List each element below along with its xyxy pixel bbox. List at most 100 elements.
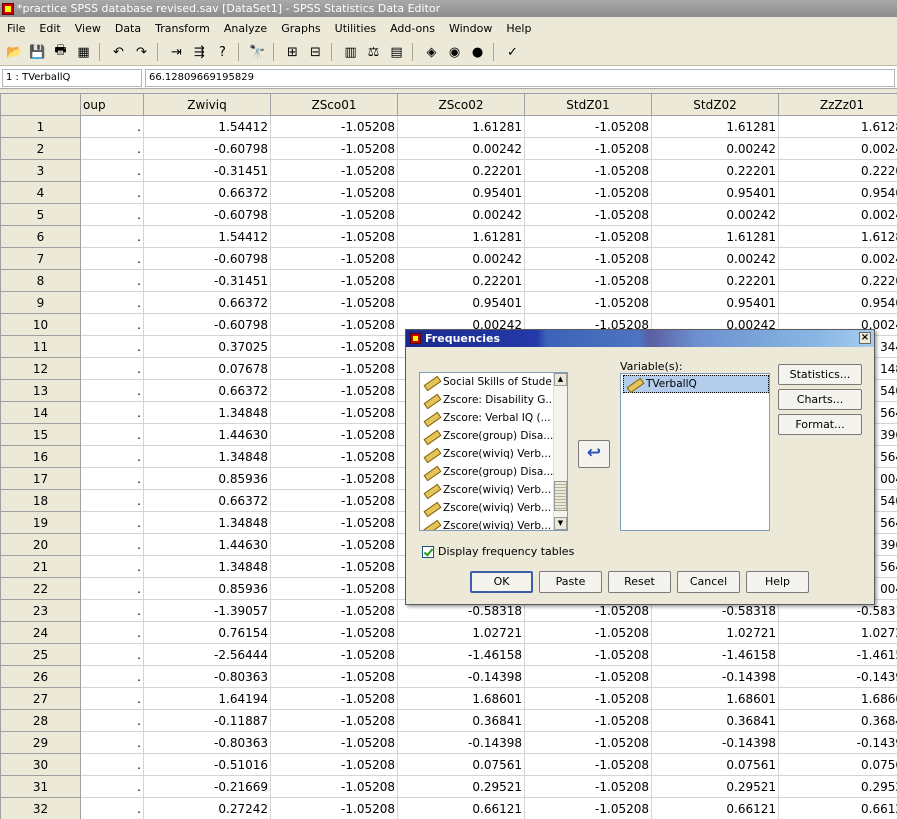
data-cell[interactable]: .	[80, 489, 144, 512]
data-cell[interactable]: 0.22201	[651, 269, 779, 292]
row-number[interactable]: 26	[0, 665, 81, 688]
data-cell[interactable]: -1.05208	[270, 511, 398, 534]
data-cell[interactable]: .	[80, 203, 144, 226]
row-number[interactable]: 28	[0, 709, 81, 732]
data-cell[interactable]: 0.36841	[651, 709, 779, 732]
data-cell[interactable]: -1.05208	[524, 753, 652, 776]
data-cell[interactable]: 0.0756	[778, 753, 897, 776]
data-cell[interactable]: -1.05208	[524, 203, 652, 226]
data-cell[interactable]: 1.34848	[143, 511, 271, 534]
data-cell[interactable]: .	[80, 401, 144, 424]
data-cell[interactable]: .	[80, 159, 144, 182]
data-cell[interactable]: 0.36841	[397, 709, 525, 732]
data-cell[interactable]: -1.05208	[524, 687, 652, 710]
data-cell[interactable]: -1.05208	[524, 269, 652, 292]
data-cell[interactable]: -1.46158	[651, 643, 779, 666]
data-cell[interactable]: -1.05208	[270, 665, 398, 688]
open-icon[interactable]: 📂	[4, 42, 25, 62]
row-number[interactable]: 3	[0, 159, 81, 182]
data-cell[interactable]: -1.05208	[270, 489, 398, 512]
data-cell[interactable]: 1.54412	[143, 225, 271, 248]
data-cell[interactable]: 1.6128	[778, 225, 897, 248]
data-cell[interactable]: 1.0272	[778, 621, 897, 644]
menu-analyze[interactable]: Analyze	[217, 22, 274, 35]
data-cell[interactable]: .	[80, 247, 144, 270]
data-cell[interactable]: -1.05208	[524, 643, 652, 666]
data-cell[interactable]: 0.07561	[397, 753, 525, 776]
data-cell[interactable]: 0.0024	[778, 203, 897, 226]
data-cell[interactable]: -1.05208	[270, 709, 398, 732]
data-cell[interactable]: 0.29521	[651, 775, 779, 798]
row-number[interactable]: 12	[0, 357, 81, 380]
data-cell[interactable]: -0.60798	[143, 137, 271, 160]
data-cell[interactable]: .	[80, 115, 144, 138]
weight-cases-icon[interactable]: ⚖	[363, 42, 384, 62]
source-variable-item[interactable]: Zscore(group) Disa...	[420, 427, 553, 445]
data-cell[interactable]: 0.95401	[651, 291, 779, 314]
row-number[interactable]: 29	[0, 731, 81, 754]
select-cases-icon[interactable]: ▤	[386, 42, 407, 62]
data-cell[interactable]: 0.00242	[397, 247, 525, 270]
data-cell[interactable]: -1.05208	[270, 621, 398, 644]
data-cell[interactable]: 0.66372	[143, 379, 271, 402]
column-header[interactable]: oup	[80, 93, 144, 116]
menu-add-ons[interactable]: Add-ons	[383, 22, 442, 35]
insert-variable-icon[interactable]: ⊟	[305, 42, 326, 62]
data-cell[interactable]: -1.05208	[270, 137, 398, 160]
data-cell[interactable]: 1.6128	[778, 115, 897, 138]
menu-transform[interactable]: Transform	[148, 22, 217, 35]
data-cell[interactable]: 1.44630	[143, 423, 271, 446]
data-cell[interactable]: .	[80, 225, 144, 248]
statistics-button[interactable]: Statistics...	[778, 364, 862, 385]
data-cell[interactable]: -0.1439	[778, 731, 897, 754]
data-cell[interactable]: .	[80, 599, 144, 622]
ok-button[interactable]: OK	[470, 571, 533, 593]
data-cell[interactable]: -1.05208	[270, 467, 398, 490]
data-cell[interactable]: -1.05208	[270, 555, 398, 578]
data-cell[interactable]: 0.0024	[778, 247, 897, 270]
close-icon[interactable]: ×	[859, 332, 871, 344]
data-cell[interactable]: .	[80, 665, 144, 688]
row-number[interactable]: 5	[0, 203, 81, 226]
data-cell[interactable]: -1.05208	[270, 269, 398, 292]
scroll-down-icon[interactable]: ▼	[554, 517, 567, 530]
data-cell[interactable]: .	[80, 775, 144, 798]
data-cell[interactable]: 1.34848	[143, 445, 271, 468]
data-cell[interactable]: -2.56444	[143, 643, 271, 666]
column-header[interactable]: StdZ01	[524, 93, 652, 116]
data-cell[interactable]: -1.05208	[524, 775, 652, 798]
data-cell[interactable]: -1.05208	[270, 577, 398, 600]
data-cell[interactable]: -1.05208	[524, 115, 652, 138]
data-cell[interactable]: 0.07561	[651, 753, 779, 776]
column-header[interactable]: Zwiviq	[143, 93, 271, 116]
row-number[interactable]: 19	[0, 511, 81, 534]
data-cell[interactable]: -0.14398	[651, 665, 779, 688]
data-cell[interactable]: -1.05208	[270, 335, 398, 358]
data-cell[interactable]: 0.22201	[651, 159, 779, 182]
data-cell[interactable]: -1.05208	[270, 731, 398, 754]
data-cell[interactable]: 1.61281	[397, 115, 525, 138]
data-cell[interactable]: 0.00242	[651, 247, 779, 270]
data-cell[interactable]: 0.66372	[143, 181, 271, 204]
data-cell[interactable]: -0.21669	[143, 775, 271, 798]
menu-utilities[interactable]: Utilities	[328, 22, 383, 35]
data-cell[interactable]: 0.95401	[651, 181, 779, 204]
data-cell[interactable]: -1.05208	[270, 159, 398, 182]
insert-cases-icon[interactable]: ⊞	[282, 42, 303, 62]
data-cell[interactable]: -1.05208	[270, 181, 398, 204]
data-cell[interactable]: .	[80, 797, 144, 819]
move-variable-button[interactable]: ↩	[578, 440, 610, 468]
row-number[interactable]: 14	[0, 401, 81, 424]
data-cell[interactable]: -0.60798	[143, 313, 271, 336]
show-all-icon[interactable]: ●	[467, 42, 488, 62]
data-cell[interactable]: -1.05208	[524, 291, 652, 314]
data-cell[interactable]: .	[80, 577, 144, 600]
variables-icon[interactable]: ?	[212, 42, 233, 62]
menu-window[interactable]: Window	[442, 22, 499, 35]
data-cell[interactable]: 0.76154	[143, 621, 271, 644]
cancel-button[interactable]: Cancel	[677, 571, 740, 593]
data-cell[interactable]: 0.66372	[143, 291, 271, 314]
data-cell[interactable]: .	[80, 137, 144, 160]
data-cell[interactable]: -1.05208	[524, 181, 652, 204]
data-cell[interactable]: -1.05208	[270, 775, 398, 798]
